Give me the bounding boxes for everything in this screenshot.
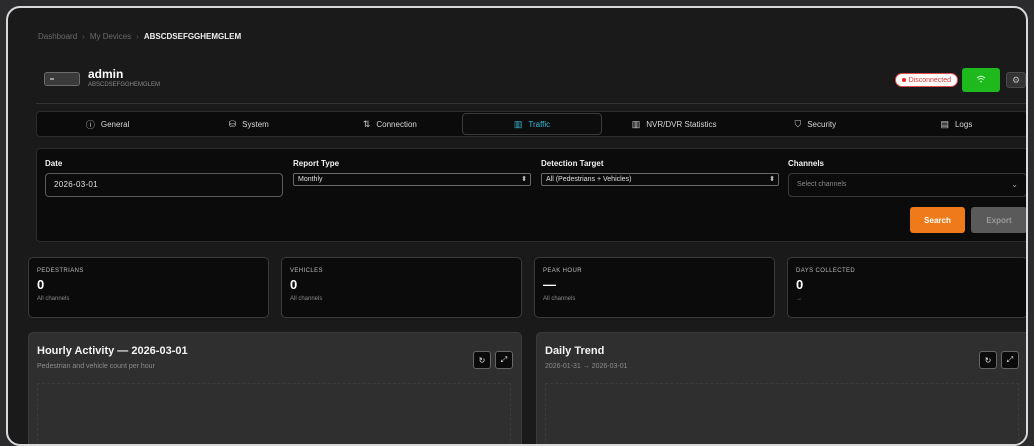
status-text: Disconnected: [908, 76, 951, 84]
expand-button[interactable]: ⤢: [1001, 351, 1019, 369]
refresh-icon: ↻: [984, 355, 992, 365]
hourly-activity-card: Hourly Activity — 2026-03-01 Pedestrian …: [28, 332, 522, 444]
tab-bar: ⓘ General ⛁ System ⇅ Connection ▥ Traffi…: [36, 111, 1026, 137]
connection-icon: ⇅: [362, 118, 371, 129]
tab-label: Logs: [954, 119, 973, 129]
report-type-label: Report Type: [293, 159, 340, 168]
detection-target-label: Detection Target: [541, 159, 604, 168]
chart-area: [545, 383, 1019, 444]
date-input[interactable]: 2026-03-01: [45, 173, 283, 197]
device-icon: [44, 72, 80, 86]
gear-icon: ⚙: [1011, 74, 1021, 85]
stat-label: DAYS COLLECTED: [796, 268, 856, 274]
stat-label: PEAK HOUR: [543, 268, 582, 274]
channels-select[interactable]: Select channels ⌄: [788, 173, 1026, 197]
chart-title: Hourly Activity — 2026-03-01: [37, 345, 188, 357]
status-dot-icon: [901, 78, 906, 82]
expand-button[interactable]: ⤢: [495, 351, 513, 369]
channels-label: Channels: [788, 159, 825, 168]
stat-label: VEHICLES: [290, 268, 323, 274]
date-label: Date: [45, 159, 63, 168]
refresh-button[interactable]: ↻: [473, 351, 491, 369]
channels-placeholder: Select channels: [797, 181, 847, 188]
tab-label: Connection: [376, 119, 417, 129]
stat-value: 0: [37, 277, 45, 292]
stat-card-vehicles: VEHICLES 0 All channels: [281, 257, 522, 318]
detection-target-value: All (Pedestrians + Vehicles): [546, 176, 632, 183]
drive-icon: ⛁: [228, 118, 237, 129]
detection-target-select[interactable]: All (Pedestrians + Vehicles) ⬍: [541, 173, 779, 186]
tab-label: Traffic: [528, 119, 551, 129]
tab-logs[interactable]: ▤ Logs: [888, 113, 1025, 135]
tab-label: NVR/DVR Statistics: [646, 119, 717, 129]
tab-security[interactable]: ⛉ Security: [747, 113, 884, 135]
tab-system[interactable]: ⛁ System: [180, 113, 317, 135]
chart-area: [37, 383, 511, 444]
info-icon: ⓘ: [85, 119, 95, 130]
breadcrumb-separator: ›: [136, 32, 139, 41]
select-arrows-icon: ⬍: [521, 176, 527, 183]
search-button[interactable]: Search: [910, 207, 965, 233]
device-header: admin ABSCDSEFGGHEMGLEM Disconnected ⚙: [36, 64, 1026, 104]
stat-card-pedestrians: PEDESTRIANS 0 All channels: [28, 257, 269, 318]
tab-general[interactable]: ⓘ General: [39, 113, 176, 135]
chart-subtitle: 2026-01-31 → 2026-03-01: [545, 363, 628, 370]
refresh-button[interactable]: ↻: [979, 351, 997, 369]
breadcrumb-dashboard[interactable]: Dashboard: [38, 32, 77, 41]
filter-panel: Date 2026-03-01 Report Type Monthly ⬍ De…: [36, 148, 1026, 242]
shield-icon: ⛉: [794, 118, 802, 129]
stat-sub: All channels: [37, 296, 70, 302]
wifi-button[interactable]: [962, 68, 1000, 92]
chart-title: Daily Trend: [545, 345, 605, 357]
stat-value: 0: [796, 277, 804, 292]
breadcrumb-current-device: ABSCDSEFGGHEMGLEM: [143, 32, 242, 41]
stat-card-days-collected: DAYS COLLECTED 0 →: [787, 257, 1026, 318]
tab-traffic[interactable]: ▥ Traffic: [462, 113, 602, 135]
app-window: Dashboard › My Devices › ABSCDSEFGGHEMGL…: [6, 6, 1028, 446]
document-icon: ▤: [940, 118, 949, 129]
breadcrumb-my-devices[interactable]: My Devices: [90, 32, 131, 41]
bar-chart-icon: ▥: [513, 118, 523, 129]
device-name: admin: [88, 67, 124, 81]
stat-sub: →: [796, 296, 802, 302]
wifi-icon: [976, 75, 986, 86]
stat-sub: All channels: [543, 296, 576, 302]
refresh-icon: ↻: [478, 355, 486, 365]
tab-label: System: [242, 119, 269, 129]
export-button[interactable]: Export: [971, 207, 1026, 233]
tab-label: Security: [807, 119, 837, 129]
chevron-down-icon: ⌄: [1011, 180, 1018, 189]
status-badge: Disconnected: [894, 73, 958, 87]
report-type-select[interactable]: Monthly ⬍: [293, 173, 531, 186]
tab-connection[interactable]: ⇅ Connection: [321, 113, 458, 135]
daily-trend-card: Daily Trend 2026-01-31 → 2026-03-01 ↻ ⤢: [536, 332, 1026, 444]
stat-value: 0: [290, 277, 298, 292]
breadcrumb-separator: ›: [82, 32, 85, 41]
breadcrumb: Dashboard › My Devices › ABSCDSEFGGHEMGL…: [38, 32, 241, 41]
stat-sub: All channels: [290, 296, 323, 302]
chart-subtitle: Pedestrian and vehicle count per hour: [37, 363, 155, 370]
report-type-value: Monthly: [298, 176, 323, 183]
bar-chart-icon: ▥: [631, 118, 641, 129]
tab-nvr-dvr-statistics[interactable]: ▥ NVR/DVR Statistics: [606, 113, 743, 135]
tab-label: General: [100, 119, 130, 129]
expand-icon: ⤢: [1006, 355, 1014, 364]
settings-button[interactable]: ⚙: [1006, 72, 1026, 88]
expand-icon: ⤢: [500, 355, 508, 364]
device-id: ABSCDSEFGGHEMGLEM: [88, 82, 161, 88]
stat-label: PEDESTRIANS: [37, 268, 84, 274]
stat-card-peak-hour: PEAK HOUR — All channels: [534, 257, 775, 318]
select-arrows-icon: ⬍: [769, 176, 775, 183]
stat-value: —: [543, 277, 556, 292]
